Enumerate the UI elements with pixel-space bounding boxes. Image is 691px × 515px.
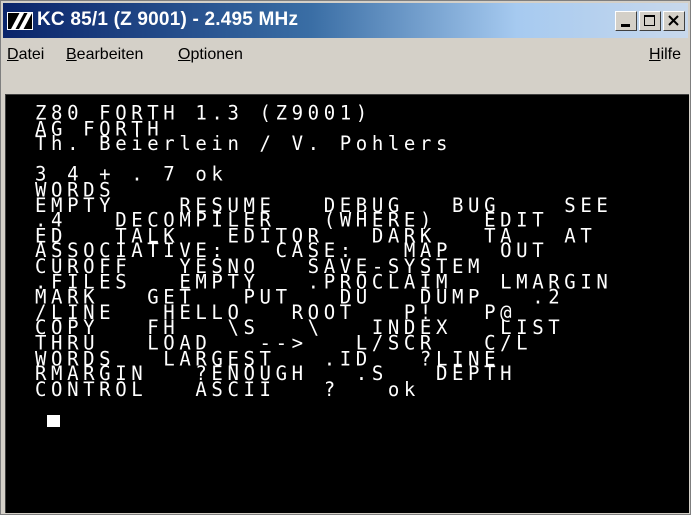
terminal-line: CONTROL ASCII ? ok xyxy=(35,377,420,401)
maximize-icon xyxy=(644,15,655,26)
close-button[interactable] xyxy=(663,11,685,31)
minimize-button[interactable] xyxy=(615,11,637,31)
window-title: KC 85/1 (Z 9001) - 2.495 MHz xyxy=(37,9,299,30)
minimize-icon xyxy=(621,24,630,27)
menu-hilfe[interactable]: Hilfe xyxy=(649,46,681,64)
maximize-button[interactable] xyxy=(639,11,661,31)
terminal-line: Th. Beierlein / V. Pohlers xyxy=(35,132,453,156)
terminal-output: Z80 FORTH 1.3 (Z9001) AG FORTH Th. Beier… xyxy=(35,103,612,399)
kc-app-icon[interactable] xyxy=(7,12,33,30)
menu-datei[interactable]: Datei xyxy=(7,46,44,64)
menu-bar: Datei Bearbeiten Optionen Hilfe xyxy=(3,40,688,70)
close-icon xyxy=(668,15,679,26)
text-cursor xyxy=(47,415,60,427)
menu-bearbeiten[interactable]: Bearbeiten xyxy=(66,46,143,64)
emulator-screen[interactable]: Z80 FORTH 1.3 (Z9001) AG FORTH Th. Beier… xyxy=(5,94,689,513)
emulator-window: KC 85/1 (Z 9001) - 2.495 MHz Datei Bearb… xyxy=(0,0,691,515)
title-bar[interactable]: KC 85/1 (Z 9001) - 2.495 MHz xyxy=(3,3,688,38)
menu-optionen[interactable]: Optionen xyxy=(178,46,243,64)
